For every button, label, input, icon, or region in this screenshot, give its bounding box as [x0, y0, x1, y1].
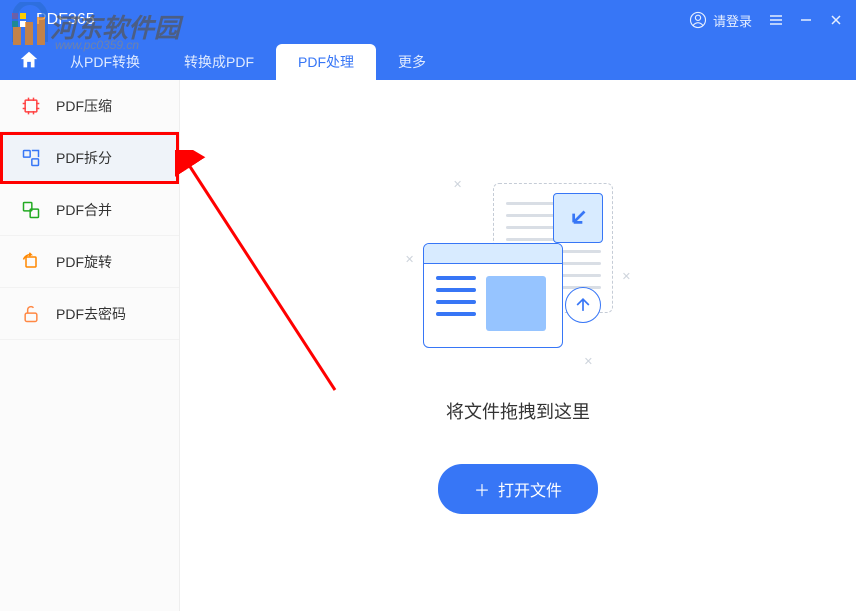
merge-icon: [20, 199, 42, 221]
sidebar-item-label: PDF去密码: [56, 304, 126, 324]
sidebar-item-label: PDF压缩: [56, 96, 112, 116]
split-icon: [20, 147, 42, 169]
compress-icon: [20, 95, 42, 117]
tab-to-pdf[interactable]: 转换成PDF: [162, 44, 276, 80]
drop-illustration: ✕ ✕ ✕ ✕: [413, 178, 623, 368]
menu-button[interactable]: [768, 12, 784, 28]
minimize-button[interactable]: [798, 12, 814, 28]
close-button[interactable]: [828, 12, 844, 28]
tab-more[interactable]: 更多: [376, 44, 448, 80]
sidebar-item-label: PDF拆分: [56, 148, 112, 168]
tab-pdf-process[interactable]: PDF处理: [276, 44, 376, 80]
unlock-icon: [20, 303, 42, 325]
tab-bar: 从PDF转换 转换成PDF PDF处理 更多: [0, 40, 856, 80]
sidebar-item-split[interactable]: PDF拆分: [0, 132, 179, 184]
rotate-icon: [20, 251, 42, 273]
arrow-down-icon: [553, 193, 603, 243]
home-tab[interactable]: [10, 40, 48, 80]
sidebar: PDF压缩 PDF拆分 PDF合并 PDF旋转 PDF去密码: [0, 80, 180, 611]
login-button[interactable]: 请登录: [689, 11, 752, 30]
sidebar-item-unlock[interactable]: PDF去密码: [0, 288, 179, 340]
tab-from-pdf[interactable]: 从PDF转换: [48, 44, 162, 80]
drop-zone[interactable]: ✕ ✕ ✕ ✕: [180, 80, 856, 611]
drop-text: 将文件拖拽到这里: [446, 398, 590, 424]
user-icon: [689, 11, 707, 29]
sidebar-item-label: PDF合并: [56, 200, 112, 220]
sidebar-item-rotate[interactable]: PDF旋转: [0, 236, 179, 288]
sidebar-item-merge[interactable]: PDF合并: [0, 184, 179, 236]
plus-icon: ＋: [474, 477, 490, 501]
upload-icon: [565, 287, 601, 323]
app-logo: PDF365: [12, 11, 95, 29]
sidebar-item-label: PDF旋转: [56, 252, 112, 272]
home-icon: [18, 49, 40, 71]
sidebar-item-compress[interactable]: PDF压缩: [0, 80, 179, 132]
open-file-button[interactable]: ＋ 打开文件: [438, 464, 598, 514]
app-name: PDF365: [36, 11, 95, 29]
titlebar: PDF365 请登录: [0, 0, 856, 40]
